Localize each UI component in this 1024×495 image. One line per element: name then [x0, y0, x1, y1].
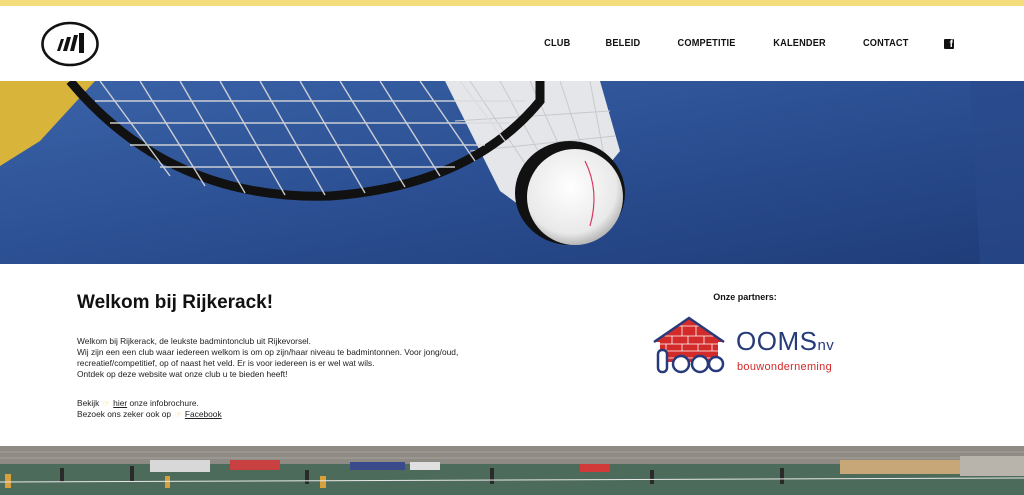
nav-club[interactable]: CLUB	[544, 38, 570, 49]
hero-shuttlecock-image	[0, 81, 1024, 264]
facebook-line: Bezoek ons zeker ook op ☞ Facebook	[77, 409, 222, 420]
brochure-link[interactable]: hier	[113, 398, 127, 408]
pointing-hand-icon: ☞	[174, 410, 182, 419]
sports-hall-photo	[0, 446, 1024, 495]
hero-banner	[0, 81, 1024, 264]
main-nav: CLUB BELEID COMPETITIE KALENDER CONTACT …	[543, 6, 954, 81]
welcome-title: Welkom bij Rijkerack!	[77, 292, 274, 313]
nav-beleid[interactable]: BELEID	[606, 38, 641, 49]
ooms-subtitle: bouwonderneming	[737, 361, 833, 373]
ooms-name: OOMSnv	[736, 326, 835, 356]
intro-line-3: Ontdek op deze website wat onze club u t…	[77, 369, 288, 379]
nav-contact[interactable]: CONTACT	[863, 38, 909, 49]
club-logo[interactable]	[41, 21, 99, 67]
site-header: CLUB BELEID COMPETITIE KALENDER CONTACT …	[0, 6, 1024, 81]
intro-line-1: Welkom bij Rijkerack, de leukste badmint…	[77, 336, 311, 346]
welcome-links: Bekijk ☞ hier onze infobrochure. Bezoek …	[77, 398, 222, 420]
welcome-intro: Welkom bij Rijkerack, de leukste badmint…	[77, 336, 497, 380]
nav-kalender[interactable]: KALENDER	[774, 38, 827, 49]
facebook-icon[interactable]: f	[944, 38, 954, 49]
pointing-hand-icon: ☞	[102, 399, 110, 408]
brochure-line: Bekijk ☞ hier onze infobrochure.	[77, 398, 222, 409]
intro-line-2: Wij zijn een een club waar iedereen welk…	[77, 347, 459, 368]
welcome-section: Welkom bij Rijkerack! Welkom bij Rijkera…	[0, 264, 1024, 446]
brochure-prefix: Bekijk	[77, 398, 100, 408]
facebook-link[interactable]: Facebook	[185, 409, 222, 419]
facebook-prefix: Bezoek ons zeker ook op	[77, 409, 172, 419]
sports-hall-image	[0, 446, 1024, 495]
partners-title: Onze partners:	[713, 292, 777, 302]
brochure-suffix: onze infobrochure.	[129, 398, 199, 408]
nav-competitie[interactable]: COMPETITIE	[678, 38, 736, 49]
